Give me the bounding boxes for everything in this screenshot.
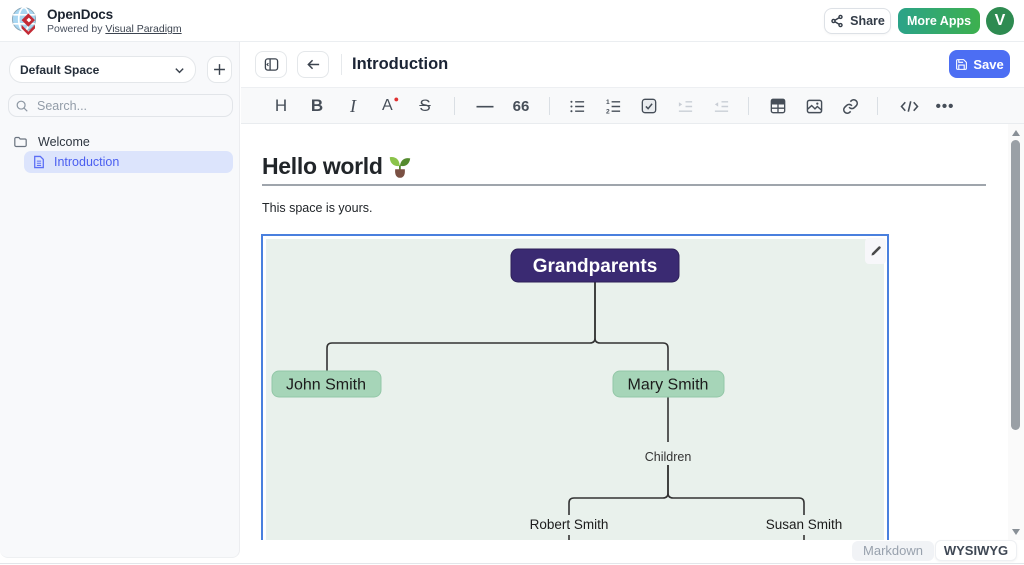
svg-text:Children: Children bbox=[645, 450, 692, 464]
svg-text:Grandparents: Grandparents bbox=[533, 256, 658, 277]
svg-text:2: 2 bbox=[605, 108, 609, 114]
svg-text:John Smith: John Smith bbox=[286, 377, 366, 394]
svg-text:Robert Smith: Robert Smith bbox=[530, 517, 609, 532]
svg-text:Susan Smith: Susan Smith bbox=[766, 517, 843, 532]
svg-text:Mary Smith: Mary Smith bbox=[628, 377, 709, 394]
svg-text:1: 1 bbox=[605, 99, 609, 106]
